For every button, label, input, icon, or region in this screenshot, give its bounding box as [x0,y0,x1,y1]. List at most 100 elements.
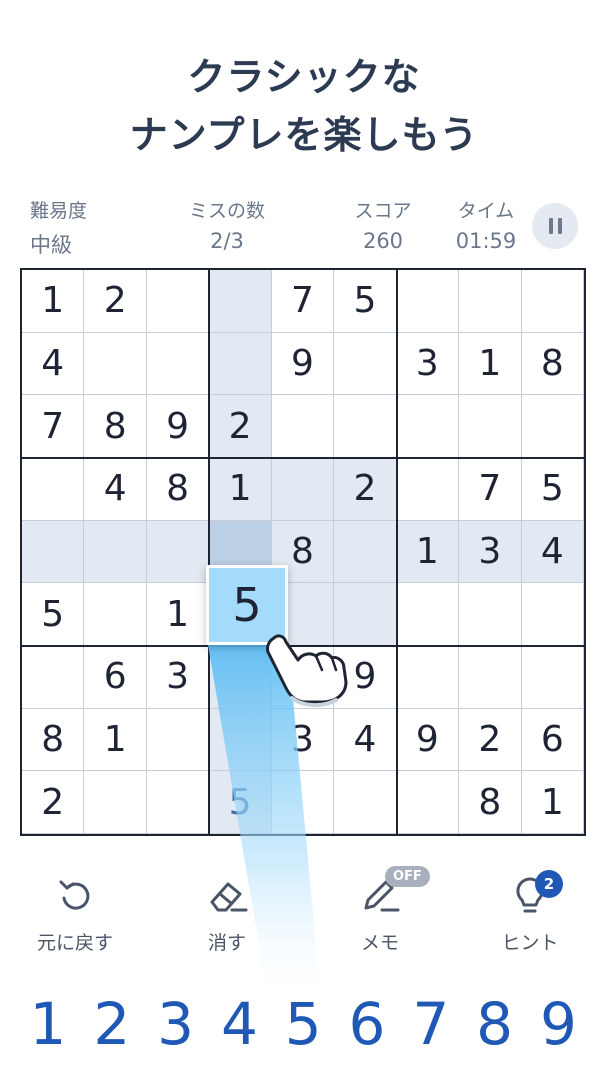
sudoku-cell[interactable]: 4 [521,520,584,584]
sudoku-cell[interactable] [271,771,335,834]
undo-button[interactable]: 元に戻す [20,872,130,955]
sudoku-cell[interactable]: 8 [459,771,522,834]
sudoku-cell[interactable]: 8 [84,395,147,458]
numpad-key[interactable]: 3 [146,990,206,1058]
difficulty-value: 中級 [30,233,72,257]
sudoku-cell[interactable]: 7 [459,458,522,521]
sudoku-cell[interactable] [271,395,335,458]
sudoku-cell[interactable]: 6 [521,708,584,772]
sudoku-board: 127549318789248127581345163981349262581 [20,268,586,836]
sudoku-cell[interactable]: 2 [84,270,147,333]
sudoku-cell[interactable]: 1 [209,458,272,521]
sudoku-cell[interactable] [334,520,397,584]
undo-icon [59,880,90,910]
sudoku-cell[interactable] [459,270,522,333]
sudoku-cell[interactable]: 4 [334,708,397,772]
eraser-icon [210,882,248,912]
sudoku-cell[interactable]: 3 [146,646,210,709]
numpad-key[interactable]: 6 [337,990,397,1058]
sudoku-cell[interactable] [334,771,397,834]
sudoku-cell[interactable] [459,583,522,646]
hint-button[interactable]: 2 ヒント [475,870,585,955]
sudoku-cell[interactable]: 5 [334,270,397,333]
sudoku-cell[interactable]: 1 [84,708,147,772]
sudoku-cell[interactable] [84,332,147,396]
sudoku-cell[interactable]: 3 [271,708,335,772]
sudoku-cell[interactable] [521,583,584,646]
sudoku-cell[interactable] [334,332,397,396]
sudoku-cell[interactable]: 2 [459,708,522,772]
pointing-hand-icon [266,634,348,707]
sudoku-cell[interactable]: 1 [146,583,210,646]
memo-button[interactable]: OFF メモ [325,866,435,955]
sudoku-cell[interactable]: 5 [209,771,272,834]
undo-label: 元に戻す [36,932,113,954]
sudoku-cell[interactable]: 2 [334,458,397,521]
sudoku-cell[interactable] [209,332,272,396]
sudoku-cell[interactable]: 2 [209,395,272,458]
sudoku-cell[interactable] [271,458,335,521]
box-divider-vertical [208,270,211,834]
sudoku-cell[interactable]: 3 [396,332,460,396]
sudoku-cell[interactable]: 5 [521,458,584,521]
numpad-key[interactable]: 2 [82,990,142,1058]
numpad-key[interactable]: 9 [528,990,588,1058]
sudoku-cell[interactable] [146,708,210,772]
sudoku-cell[interactable]: 8 [146,458,210,521]
sudoku-cell[interactable] [334,395,397,458]
sudoku-cell[interactable]: 8 [521,332,584,396]
sudoku-cell[interactable]: 1 [396,520,460,584]
sudoku-cell[interactable]: 1 [22,270,85,333]
numpad-key[interactable]: 1 [18,990,78,1058]
sudoku-cell[interactable]: 9 [396,708,460,772]
sudoku-cell[interactable] [209,708,272,772]
sudoku-cell[interactable] [22,458,85,521]
sudoku-cell[interactable] [209,270,272,333]
sudoku-cell[interactable]: 9 [271,332,335,396]
score-label: スコア [354,200,412,222]
pause-icon [548,218,553,234]
numpad-key[interactable]: 7 [401,990,461,1058]
sudoku-cell[interactable] [84,583,147,646]
numpad-key[interactable]: 5 [273,990,333,1058]
sudoku-cell[interactable] [521,270,584,333]
sudoku-cell[interactable]: 7 [22,395,85,458]
sudoku-cell[interactable] [521,646,584,709]
sudoku-cell[interactable]: 9 [146,395,210,458]
sudoku-cell[interactable] [396,458,460,521]
sudoku-cell[interactable] [22,520,85,584]
sudoku-cell[interactable]: 5 [22,583,85,646]
sudoku-cell[interactable] [459,395,522,458]
sudoku-cell[interactable] [396,646,460,709]
erase-button[interactable]: 消す [172,872,282,955]
sudoku-cell[interactable] [396,583,460,646]
sudoku-cell[interactable] [22,646,85,709]
sudoku-cell[interactable] [146,520,210,584]
numpad-key[interactable]: 8 [465,990,525,1058]
sudoku-cell[interactable] [146,270,210,333]
sudoku-cell[interactable] [146,332,210,396]
time-label: タイム [457,200,515,222]
sudoku-cell[interactable]: 4 [22,332,85,396]
sudoku-cell[interactable]: 8 [22,708,85,772]
sudoku-cell[interactable] [396,270,460,333]
sudoku-cell[interactable] [396,395,460,458]
sudoku-cell[interactable]: 6 [84,646,147,709]
sudoku-cell[interactable]: 7 [271,270,335,333]
sudoku-cell[interactable] [146,771,210,834]
sudoku-cell[interactable]: 1 [521,771,584,834]
numpad-key[interactable]: 4 [209,990,269,1058]
box-divider-vertical [395,270,398,834]
sudoku-cell[interactable]: 2 [22,771,85,834]
sudoku-cell[interactable]: 3 [459,520,522,584]
sudoku-cell[interactable] [84,771,147,834]
sudoku-cell[interactable]: 4 [84,458,147,521]
pause-icon-bar [557,218,562,234]
sudoku-cell[interactable]: 1 [459,332,522,396]
score-stat: スコア 260 [335,196,431,253]
sudoku-cell[interactable] [396,771,460,834]
pause-button[interactable] [532,203,578,249]
sudoku-cell[interactable] [459,646,522,709]
sudoku-cell[interactable] [84,520,147,584]
sudoku-cell[interactable] [521,395,584,458]
